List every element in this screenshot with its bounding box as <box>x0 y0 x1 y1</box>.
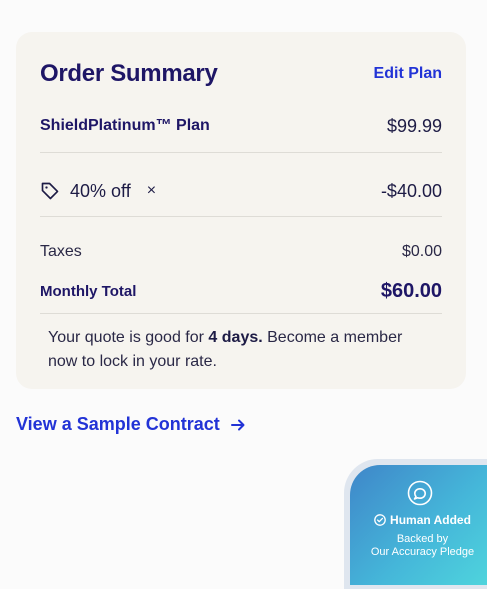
discount-label: 40% off <box>70 180 131 201</box>
order-summary-card: Order Summary Edit Plan ShieldPlatinum™ … <box>16 32 466 389</box>
check-circle-icon <box>374 514 386 526</box>
quote-note: Your quote is good for 4 days. Become a … <box>48 326 426 374</box>
badge-title-row: Human Added <box>350 513 487 527</box>
arrow-right-icon <box>230 417 246 433</box>
chat-icon <box>407 480 433 506</box>
order-summary-title: Order Summary <box>40 60 218 87</box>
discount-info: 40% off × <box>40 181 156 202</box>
edit-plan-link[interactable]: Edit Plan <box>374 65 442 83</box>
badge-title: Human Added <box>390 513 471 527</box>
remove-discount-button[interactable]: × <box>147 182 156 200</box>
plan-name: ShieldPlatinum™ Plan <box>40 117 210 134</box>
divider <box>40 152 442 153</box>
quote-prefix: Your quote is good for <box>48 329 209 346</box>
quote-days: 4 days. <box>208 329 263 346</box>
discount-amount: -$40.00 <box>380 180 442 201</box>
plan-price: $99.99 <box>386 115 442 136</box>
view-sample-contract-link[interactable]: View a Sample Contract <box>16 414 246 435</box>
badge-line-1: Backed by <box>396 533 449 545</box>
taxes-row: Taxes $0.00 <box>40 240 442 264</box>
monthly-total-value: $60.00 <box>380 279 442 302</box>
discount-row: 40% off × -$40.00 <box>40 177 442 205</box>
divider <box>40 313 442 314</box>
taxes-value: $0.00 <box>401 243 442 260</box>
order-summary-header: Order Summary Edit Plan <box>40 60 442 88</box>
plan-row: ShieldPlatinum™ Plan $99.99 <box>40 114 442 138</box>
badge-line-2: Our Accuracy Pledge <box>370 546 475 558</box>
total-row: Monthly Total $60.00 <box>40 278 442 304</box>
taxes-label: Taxes <box>40 243 82 260</box>
divider <box>40 216 442 217</box>
tag-icon <box>40 181 60 201</box>
monthly-total-label: Monthly Total <box>40 282 137 300</box>
accuracy-pledge-badge[interactable]: Human Added Backed by Our Accuracy Pledg… <box>350 465 487 585</box>
badge-subtitle: Backed by Our Accuracy Pledge <box>350 533 487 559</box>
contract-link-label: View a Sample Contract <box>16 414 220 434</box>
